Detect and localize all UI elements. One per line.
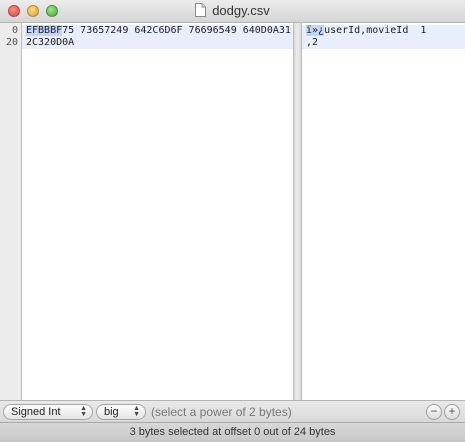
ascii-row-text[interactable]: userId,movieId 1 xyxy=(324,25,426,36)
hex-row-bytes[interactable]: 75 73657249 642C6D6F 76696549 640D0A31 xyxy=(62,25,291,36)
hex-view[interactable]: EFBBBF75 73657249 642C6D6F 76696549 640D… xyxy=(22,23,294,400)
hex-editor-window: dodgy.csv 0 20 EFBBBF75 73657249 642C6D6… xyxy=(0,0,465,442)
ascii-view[interactable]: ï»¿userId,movieId 1 ,2 xyxy=(302,23,465,400)
status-bar: 3 bytes selected at offset 0 out of 24 b… xyxy=(0,422,465,442)
data-inspector-bar: Signed Int ▲ ▼ big ▲ ▼ (select a power of … xyxy=(0,400,465,422)
ascii-row[interactable]: ,2 xyxy=(302,37,465,49)
window-title-group: dodgy.csv xyxy=(0,3,465,21)
chevron-updown-icon: ▲ ▼ xyxy=(133,405,140,418)
selection-status: 3 bytes selected at offset 0 out of 24 b… xyxy=(129,426,336,438)
title-bar[interactable]: dodgy.csv xyxy=(0,0,465,23)
plus-icon: + xyxy=(448,404,456,418)
number-type-select[interactable]: Signed Int ▲ ▼ xyxy=(3,404,93,420)
pane-splitter[interactable] xyxy=(294,23,302,400)
offset-label: 20 xyxy=(5,37,18,48)
offset-label: 0 xyxy=(11,25,18,36)
hex-selection[interactable]: EFBBBF xyxy=(26,25,63,36)
endianness-value: big xyxy=(104,406,119,418)
hex-row-bytes[interactable]: 2C320D0A xyxy=(26,37,74,48)
hex-row[interactable]: 2C320D0A xyxy=(22,37,293,49)
ascii-row[interactable]: ï»¿userId,movieId 1 xyxy=(302,25,465,37)
offset-gutter: 0 20 xyxy=(0,23,22,400)
minus-icon: − xyxy=(430,404,438,418)
number-type-value: Signed Int xyxy=(11,406,61,418)
hex-row[interactable]: EFBBBF75 73657249 642C6D6F 76696549 640D… xyxy=(22,25,293,37)
endianness-select[interactable]: big ▲ ▼ xyxy=(96,404,146,420)
ascii-row-text[interactable]: ,2 xyxy=(306,37,318,48)
chevron-updown-icon: ▲ ▼ xyxy=(80,405,87,418)
remove-inspector-button[interactable]: − xyxy=(426,404,442,420)
inspector-hint: (select a power of 2 bytes) xyxy=(151,405,292,419)
ascii-selection[interactable]: ï»¿ xyxy=(306,25,325,36)
document-icon xyxy=(195,3,207,17)
add-inspector-button[interactable]: + xyxy=(444,404,460,420)
window-title: dodgy.csv xyxy=(212,3,270,18)
